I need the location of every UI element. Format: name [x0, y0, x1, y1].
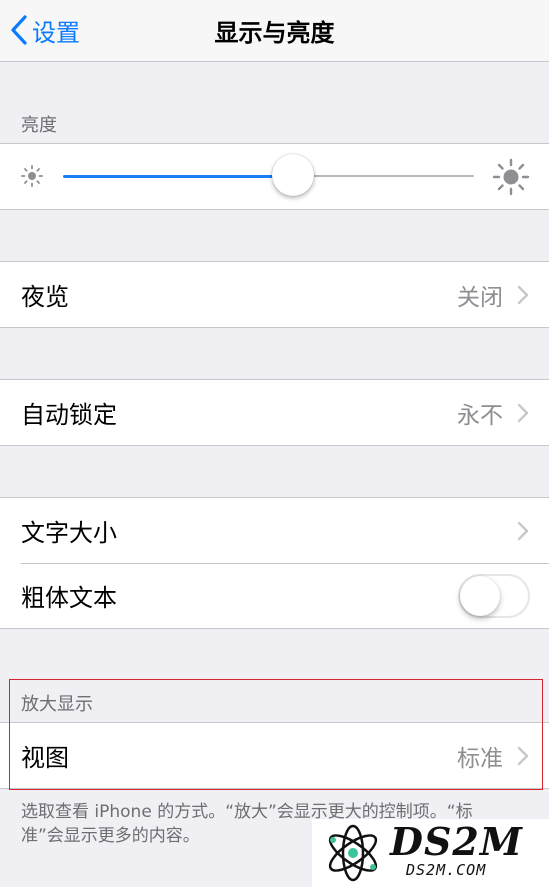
watermark: DS2M DS2M.COM [312, 819, 549, 887]
zoom-section-label: 放大显示 [21, 694, 93, 715]
brightness-slider-row [0, 144, 549, 209]
chevron-right-icon [517, 746, 529, 765]
sun-small-icon [21, 165, 43, 187]
bold-text-label: 粗体文本 [21, 584, 117, 612]
brightness-slider-thumb[interactable] [272, 154, 315, 196]
night-shift-label: 夜览 [21, 283, 69, 311]
text-size-label: 文字大小 [21, 519, 117, 547]
atom-logo-icon [328, 824, 378, 882]
chevron-right-icon [517, 285, 529, 304]
sun-large-icon [492, 158, 530, 196]
night-shift-group: 夜览 关闭 [0, 261, 549, 328]
view-value: 标准 [457, 745, 503, 772]
night-shift-value: 关闭 [457, 284, 503, 311]
bold-text-toggle[interactable] [458, 573, 530, 618]
brightness-track[interactable] [293, 175, 474, 177]
auto-lock-group: 自动锁定 永不 [0, 379, 549, 446]
brightness-track-fill [63, 175, 294, 178]
navigation-bar: 设置 显示与亮度 [0, 0, 549, 62]
page-title: 显示与亮度 [214, 19, 335, 47]
zoom-group: 视图 标准 [0, 722, 549, 789]
watermark-url: DS2M.COM [406, 861, 487, 879]
night-shift-row[interactable]: 夜览 关闭 [0, 262, 549, 327]
text-size-row[interactable]: 文字大小 [0, 498, 549, 563]
view-label: 视图 [21, 744, 69, 772]
auto-lock-value: 永不 [457, 402, 503, 429]
bold-text-row: 粗体文本 [0, 563, 549, 628]
watermark-title: DS2M [390, 819, 523, 864]
toggle-knob [460, 575, 500, 616]
brightness-group [0, 143, 549, 210]
auto-lock-label: 自动锁定 [21, 401, 117, 429]
auto-lock-row[interactable]: 自动锁定 永不 [0, 380, 549, 445]
chevron-right-icon [517, 521, 529, 540]
brightness-section-label: 亮度 [21, 115, 57, 136]
view-row[interactable]: 视图 标准 [0, 723, 549, 788]
text-group: 文字大小 粗体文本 [0, 497, 549, 629]
chevron-right-icon [517, 403, 529, 422]
